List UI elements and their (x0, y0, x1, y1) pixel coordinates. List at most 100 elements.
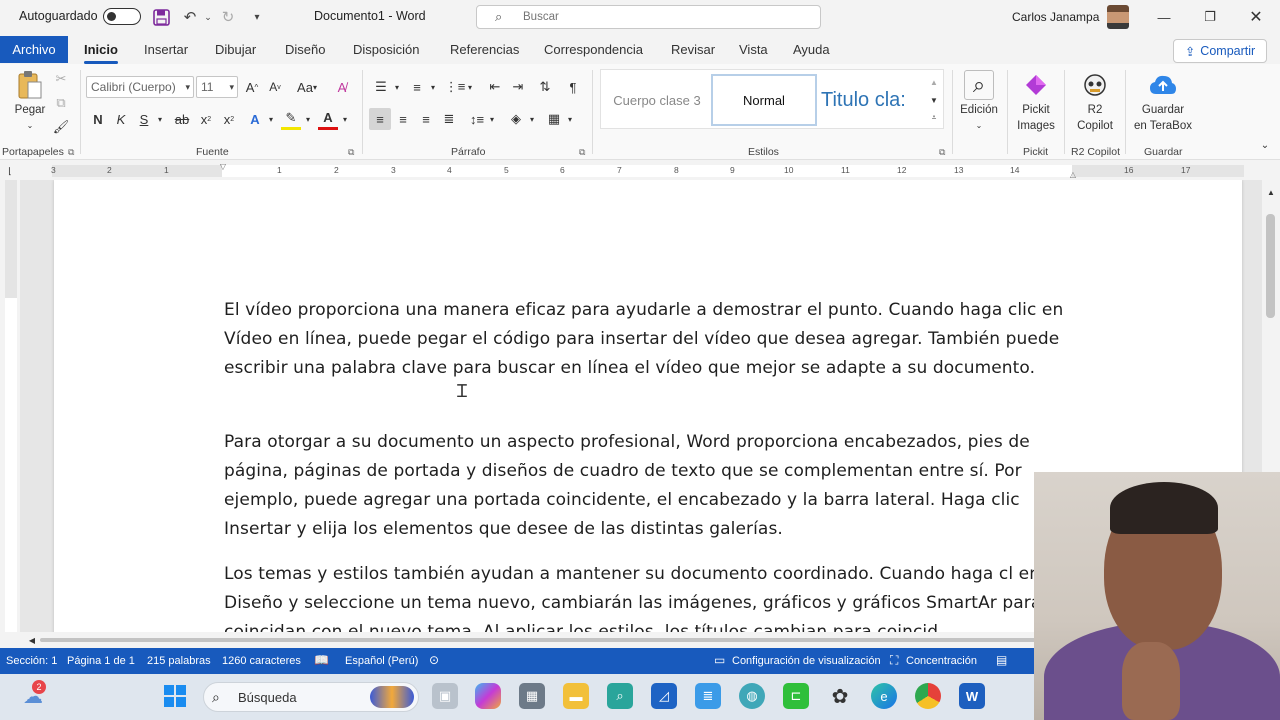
autosave-toggle[interactable] (103, 8, 141, 25)
align-right-icon[interactable]: ≡ (415, 108, 437, 130)
chevron-down-icon[interactable]: ▾ (488, 108, 496, 130)
share-button[interactable]: ⇪ Compartir (1173, 39, 1267, 63)
status-language[interactable]: Español (Perú) (345, 655, 418, 667)
taskbar-search[interactable]: ⌕ Búsqueda (203, 682, 419, 712)
align-center-icon[interactable]: ≡ (392, 108, 414, 130)
user-name[interactable]: Carlos Janampa (1012, 10, 1099, 24)
tab-vista[interactable]: Vista (739, 42, 768, 57)
tab-ayuda[interactable]: Ayuda (793, 42, 830, 57)
document-paragraph-2[interactable]: Para otorgar a su documento un aspecto p… (224, 428, 1084, 544)
justify-icon[interactable]: ≣ (438, 108, 460, 130)
notepad-icon[interactable]: ≣ (695, 683, 721, 709)
tab-inicio[interactable]: Inicio (84, 42, 118, 64)
task-view-icon[interactable]: ▣ (432, 683, 458, 709)
search-input[interactable] (523, 9, 803, 25)
scroll-up-icon[interactable]: ▲ (1265, 186, 1277, 198)
increase-indent-icon[interactable]: ⇥ (507, 76, 529, 98)
focus-icon[interactable]: ⛶ (890, 653, 898, 668)
restore-button[interactable]: ❐ (1187, 0, 1233, 34)
change-case-button[interactable]: Aa ▾ (292, 76, 322, 98)
status-page[interactable]: Página 1 de 1 (67, 655, 135, 667)
font-name-combo[interactable]: Calibri (Cuerpo) ▾ (86, 76, 194, 98)
styles-up-icon[interactable]: ▲ (927, 74, 941, 90)
pickit-images-button[interactable]: Pickit Images (1012, 70, 1060, 134)
tab-selector-icon[interactable]: ⌊ (4, 165, 16, 177)
windows-start-icon[interactable] (162, 683, 188, 709)
search-app-icon[interactable]: ⌕ (607, 683, 633, 709)
chevron-down-icon[interactable]: ▾ (340, 108, 350, 130)
tab-diseno[interactable]: Diseño (285, 42, 325, 57)
status-chars[interactable]: 1260 caracteres (222, 655, 301, 667)
horizontal-scroll-thumb[interactable] (40, 638, 1040, 642)
chevron-down-icon[interactable]: ▾ (266, 108, 276, 130)
strikethrough-icon[interactable]: ab (172, 108, 192, 130)
read-mode-icon[interactable]: ▤ (996, 653, 1007, 667)
azure-icon[interactable]: ◿ (651, 683, 677, 709)
collapse-ribbon-icon[interactable]: ⌄ (1258, 138, 1272, 152)
underline-dropdown-icon[interactable]: ▾ (155, 108, 165, 130)
tab-insertar[interactable]: Insertar (144, 42, 188, 57)
bold-icon[interactable]: N (90, 108, 106, 130)
tab-referencias[interactable]: Referencias (450, 42, 519, 57)
cut-icon[interactable]: ✂ (52, 70, 70, 88)
align-left-icon[interactable]: ≡ (369, 108, 391, 130)
document-paragraph-1[interactable]: El vídeo proporciona una manera eficaz p… (224, 296, 1084, 383)
chevron-down-icon[interactable]: ▾ (303, 108, 313, 130)
numbering-icon[interactable]: ≡ (406, 76, 428, 98)
chrome-icon[interactable] (915, 683, 941, 709)
undo-dropdown-icon[interactable]: ⌄ (198, 7, 218, 27)
decrease-indent-icon[interactable]: ⇤ (484, 76, 506, 98)
paste-button[interactable]: Pegar ⌄ (10, 70, 50, 134)
chevron-down-icon[interactable]: ▾ (466, 76, 474, 98)
styles-launcher-icon[interactable]: ⧉ (939, 147, 945, 158)
style-normal[interactable]: Normal (711, 74, 817, 126)
vertical-scroll-thumb[interactable] (1266, 214, 1275, 318)
proofing-icon[interactable]: 📖 (314, 653, 329, 667)
superscript-icon[interactable]: x2 (220, 108, 238, 130)
status-focus[interactable]: Concentración (906, 655, 977, 667)
chatgpt-icon[interactable]: ✿ (827, 683, 853, 709)
clear-formatting-icon[interactable]: A̸ (332, 76, 352, 98)
tab-correspondencia[interactable]: Correspondencia (544, 42, 643, 57)
search-box[interactable]: ⌕ (476, 5, 821, 29)
avatar[interactable] (1107, 5, 1129, 29)
chevron-down-icon[interactable]: ▾ (429, 76, 437, 98)
highlight-icon[interactable]: ✎ (281, 108, 301, 130)
chevron-down-icon[interactable]: ▾ (528, 108, 536, 130)
shrink-font-icon[interactable]: Av (266, 76, 284, 98)
borders-icon[interactable]: ▦ (543, 108, 565, 130)
file-explorer-icon[interactable]: ▬ (563, 683, 589, 709)
paragraph-launcher-icon[interactable]: ⧉ (579, 147, 585, 158)
grow-font-icon[interactable]: A ^ (243, 76, 261, 98)
paint-icon[interactable]: ◍ (739, 683, 765, 709)
horizontal-ruler[interactable]: ⌊ 3 2 1 1 1 2 3 4 5 6 7 8 9 10 11 12 13 … (0, 162, 1262, 180)
document-paragraph-3[interactable]: Los temas y estilos también ayudan a man… (224, 560, 1084, 632)
shading-icon[interactable]: ◈ (505, 108, 527, 130)
multilevel-list-icon[interactable]: ⋮≡ (444, 76, 466, 98)
indent-marker-icon[interactable]: ▽ (218, 162, 228, 171)
subscript-icon[interactable]: x2 (197, 108, 215, 130)
status-words[interactable]: 215 palabras (147, 655, 211, 667)
word-icon[interactable]: W (959, 683, 985, 709)
font-launcher-icon[interactable]: ⧉ (348, 147, 354, 158)
minimize-button[interactable]: — (1141, 0, 1187, 34)
text-effects-icon[interactable]: A (245, 108, 265, 130)
clipboard-launcher-icon[interactable]: ⧉ (68, 147, 74, 158)
vertical-ruler[interactable] (0, 180, 20, 632)
accessibility-icon[interactable]: ⊙ (429, 653, 439, 667)
tab-disposicion[interactable]: Disposición (353, 42, 419, 57)
paste-dropdown-icon[interactable]: ⌄ (10, 118, 50, 134)
redo-icon[interactable]: ↻ (218, 7, 238, 27)
scroll-left-icon[interactable]: ◀ (26, 634, 38, 646)
chevron-down-icon[interactable]: ▾ (566, 108, 574, 130)
bullets-icon[interactable]: ☰ (370, 76, 392, 98)
italic-icon[interactable]: K (113, 108, 129, 130)
styles-down-icon[interactable]: ▼ (927, 92, 941, 108)
copilot-icon[interactable] (475, 683, 501, 709)
tab-archivo[interactable]: Archivo (0, 36, 68, 63)
save-icon[interactable] (151, 7, 171, 27)
undo-icon[interactable]: ↶ (180, 7, 200, 27)
customize-qat-icon[interactable]: ▾ (247, 7, 267, 27)
edge-icon[interactable]: e (871, 683, 897, 709)
style-titulo[interactable]: Titulo cla: (821, 74, 923, 126)
